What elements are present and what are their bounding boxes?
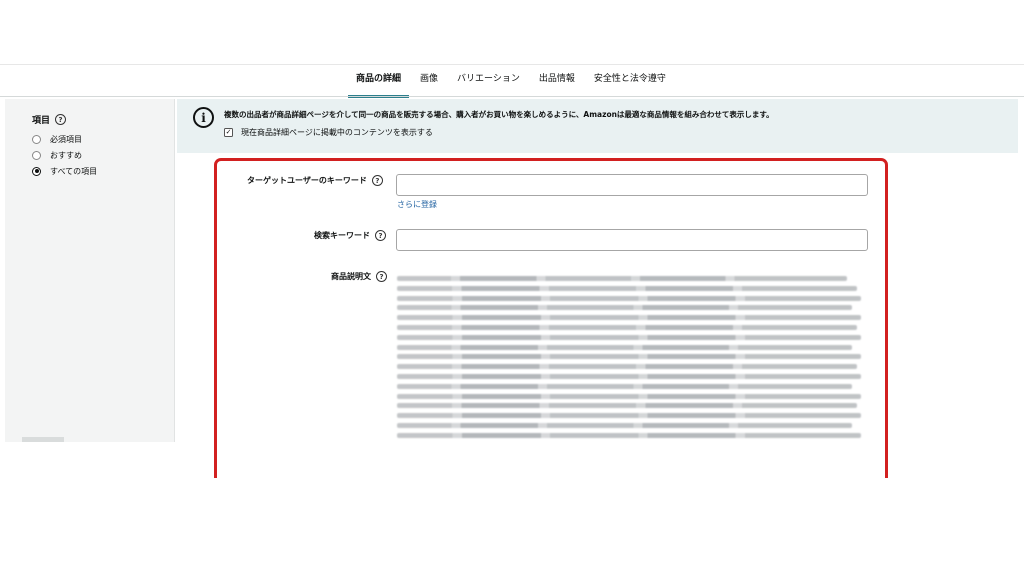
- radio-button[interactable]: [32, 150, 41, 160]
- banner-message: 複数の出品者が商品詳細ページを介して同一の商品を販売する場合、購入者がお買い物を…: [224, 110, 774, 119]
- sidebar-title-label: 項目: [32, 116, 51, 126]
- highlight-dash: [885, 398, 888, 406]
- radio-button[interactable]: [32, 134, 41, 144]
- highlight-dash: [214, 416, 217, 424]
- highlight-dash: [214, 380, 217, 388]
- highlight-dash: [885, 452, 888, 460]
- sidebar: 項目 ? 必須項目 おすすめ すべての項目: [5, 99, 175, 442]
- highlight-dash: [214, 398, 217, 406]
- tab-divider: [0, 96, 1024, 97]
- checkbox-label: 現在商品詳細ページに掲載中のコンテンツを表示する: [241, 128, 433, 137]
- highlight-frame: [214, 158, 888, 478]
- show-current-content-checkbox[interactable]: ✓ 現在商品詳細ページに掲載中のコンテンツを表示する: [224, 127, 433, 138]
- field-filter-radio-group: 必須項目 おすすめ すべての項目: [32, 131, 97, 179]
- info-icon: i: [193, 107, 214, 128]
- sidebar-title: 項目 ?: [32, 113, 67, 126]
- checkbox[interactable]: ✓: [224, 128, 233, 137]
- highlight-dash: [214, 434, 217, 442]
- info-banner: i 複数の出品者が商品詳細ページを介して同一の商品を販売する場合、購入者がお買い…: [177, 99, 1018, 153]
- radio-label: 必須項目: [50, 134, 82, 144]
- radio-label: すべての項目: [50, 166, 98, 176]
- tab-product-details[interactable]: 商品の詳細: [347, 71, 410, 98]
- radio-all-fields[interactable]: すべての項目: [32, 163, 97, 179]
- tab-bar: 商品の詳細 画像 バリエーション 出品情報 安全性と法令遵守: [0, 64, 1024, 98]
- highlight-dash: [214, 470, 217, 478]
- radio-required-fields[interactable]: 必須項目: [32, 131, 97, 147]
- highlight-dash: [885, 434, 888, 442]
- highlight-dash: [214, 452, 217, 460]
- tab-images[interactable]: 画像: [420, 71, 438, 91]
- radio-button-selected[interactable]: [32, 166, 41, 176]
- radio-recommended-fields[interactable]: おすすめ: [32, 147, 97, 163]
- highlight-dash: [885, 416, 888, 424]
- help-icon[interactable]: ?: [55, 114, 67, 125]
- tab-list: 商品の詳細 画像 バリエーション 出品情報 安全性と法令遵守: [347, 71, 685, 98]
- highlight-dash: [885, 470, 888, 478]
- tab-offer[interactable]: 出品情報: [539, 71, 575, 91]
- tab-variations[interactable]: バリエーション: [457, 71, 520, 91]
- highlight-dash: [885, 380, 888, 388]
- tab-safety-compliance[interactable]: 安全性と法令遵守: [594, 71, 666, 91]
- radio-label: おすすめ: [50, 150, 82, 160]
